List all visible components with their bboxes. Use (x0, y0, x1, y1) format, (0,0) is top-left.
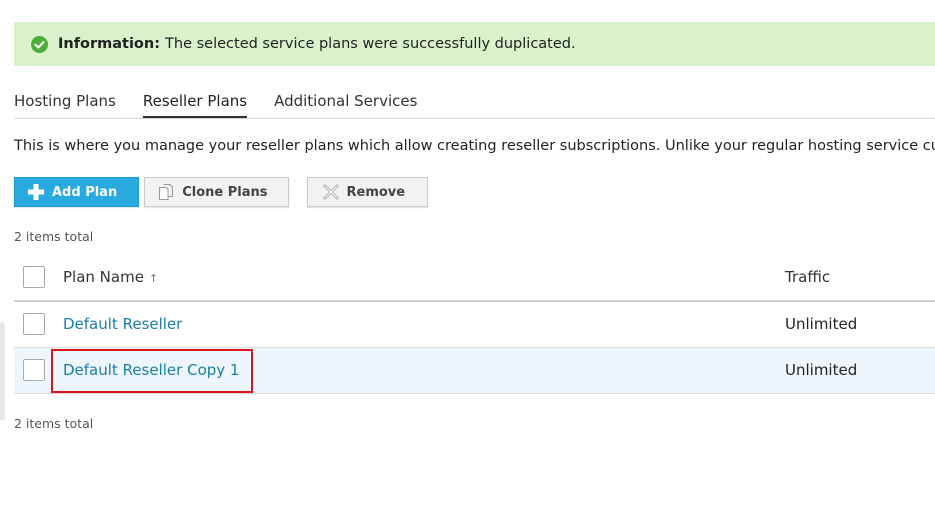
items-total-bottom: 2 items total (14, 416, 94, 431)
column-plan-name[interactable]: Plan Name ↑ (63, 268, 158, 286)
table-row: Default Reseller Copy 1 Unlimited (14, 348, 935, 394)
plan-name-link[interactable]: Default Reseller (63, 315, 182, 333)
tabs-divider (14, 118, 935, 119)
table-row: Default Reseller Unlimited (14, 302, 935, 348)
row-checkbox[interactable] (23, 359, 45, 381)
check-circle-icon (31, 35, 48, 53)
tab-additional-services[interactable]: Additional Services (274, 88, 417, 118)
tab-reseller-plans[interactable]: Reseller Plans (142, 88, 248, 118)
clone-plans-label: Clone Plans (182, 184, 268, 200)
plan-tabs: Hosting Plans Reseller Plans Additional … (14, 88, 444, 118)
column-plan-name-label: Plan Name (63, 268, 144, 286)
plan-traffic: Unlimited (785, 315, 858, 333)
info-message: Information: The selected service plans … (14, 22, 935, 66)
toolbar: Add Plan Clone Plans Remove (14, 177, 433, 207)
clone-plans-button[interactable]: Clone Plans (144, 177, 289, 207)
add-plan-button[interactable]: Add Plan (14, 177, 140, 207)
info-message-text: The selected service plans were successf… (165, 36, 576, 52)
items-total-top: 2 items total (14, 229, 94, 244)
remove-label: Remove (346, 184, 406, 200)
select-all-checkbox[interactable] (23, 266, 45, 288)
plans-table: Plan Name ↑ Traffic Default Reseller Unli… (14, 255, 935, 394)
remove-x-icon (323, 184, 338, 200)
row-checkbox[interactable] (23, 313, 45, 335)
column-traffic: Traffic (785, 268, 831, 286)
info-message-label: Information: (58, 36, 161, 52)
plan-traffic: Unlimited (785, 361, 858, 379)
plus-icon (28, 184, 44, 200)
remove-button[interactable]: Remove (306, 177, 429, 207)
table-header: Plan Name ↑ Traffic (14, 255, 935, 302)
side-panel-handle[interactable] (0, 322, 5, 420)
page-description: This is where you manage your reseller p… (14, 138, 935, 154)
clone-icon (159, 184, 174, 200)
tab-hosting-plans[interactable]: Hosting Plans (14, 88, 116, 118)
plan-name-link[interactable]: Default Reseller Copy 1 (63, 361, 239, 379)
sort-ascending-icon: ↑ (148, 272, 159, 285)
add-plan-label: Add Plan (52, 184, 118, 200)
